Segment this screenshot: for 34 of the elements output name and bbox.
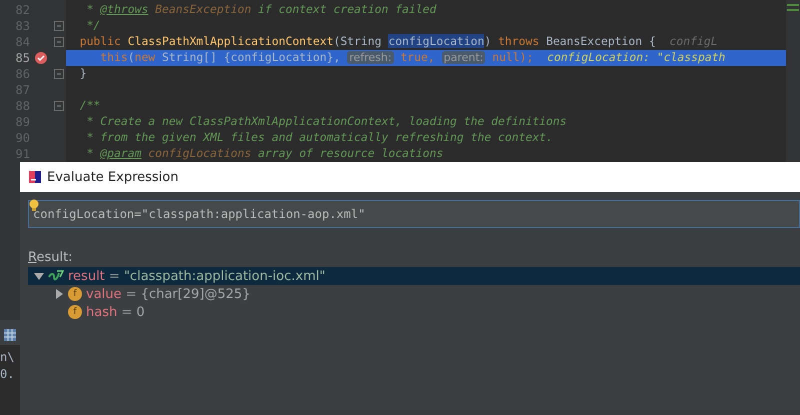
table-icon[interactable]: [3, 328, 17, 342]
code-line: * @param configLocations array of resource locations: [86, 146, 444, 162]
field-icon: f: [68, 287, 82, 301]
code-line: * @throws BeansException if context creation failed: [86, 2, 438, 18]
watch-icon: [48, 269, 64, 283]
expression-field[interactable]: configLocation="classpath:application-aop.xml": [28, 200, 800, 228]
tree-item-text: value = {char[29]@525}: [86, 286, 250, 302]
tree-item-text: result = "classpath:application-ioc.xml": [68, 268, 326, 284]
collapsed-arrow-icon[interactable]: [54, 289, 64, 299]
result-label: Result:: [28, 250, 74, 265]
expanded-arrow-icon[interactable]: [34, 271, 44, 281]
code-line: * Create a new ClassPathXmlApplicationContext, loading the definitions: [86, 114, 568, 130]
code-line: /**: [78, 98, 102, 114]
tree-row[interactable]: f hash = 0: [28, 303, 800, 321]
tree-item-text: hash = 0: [86, 304, 145, 320]
fold-icon[interactable]: [54, 21, 64, 31]
scrollbar[interactable]: [786, 0, 800, 162]
line-number: 85: [14, 51, 30, 65]
code-line: public ClassPathXmlApplicationContext(String configLocation) throws BeansException { configL: [78, 34, 719, 50]
dialog-title: Evaluate Expression: [47, 170, 178, 184]
field-icon: f: [68, 305, 82, 319]
code-line: */: [86, 18, 102, 34]
fold-icon[interactable]: [54, 37, 64, 47]
console-text: 0.: [0, 366, 16, 383]
console-text: n\: [0, 349, 16, 366]
breakpoint-icon[interactable]: [34, 51, 48, 65]
app-logo-icon: [29, 171, 41, 183]
code-line: * from the given XML files and automatically refreshing the context.: [86, 130, 554, 146]
fold-icon[interactable]: [54, 101, 64, 111]
fold-icon[interactable]: [54, 69, 64, 79]
change-marker-icon: [787, 4, 799, 12]
tree-row[interactable]: f value = {char[29]@525}: [28, 285, 800, 303]
tree-row[interactable]: result = "classpath:application-ioc.xml": [28, 267, 800, 285]
code-line: }: [78, 66, 88, 82]
